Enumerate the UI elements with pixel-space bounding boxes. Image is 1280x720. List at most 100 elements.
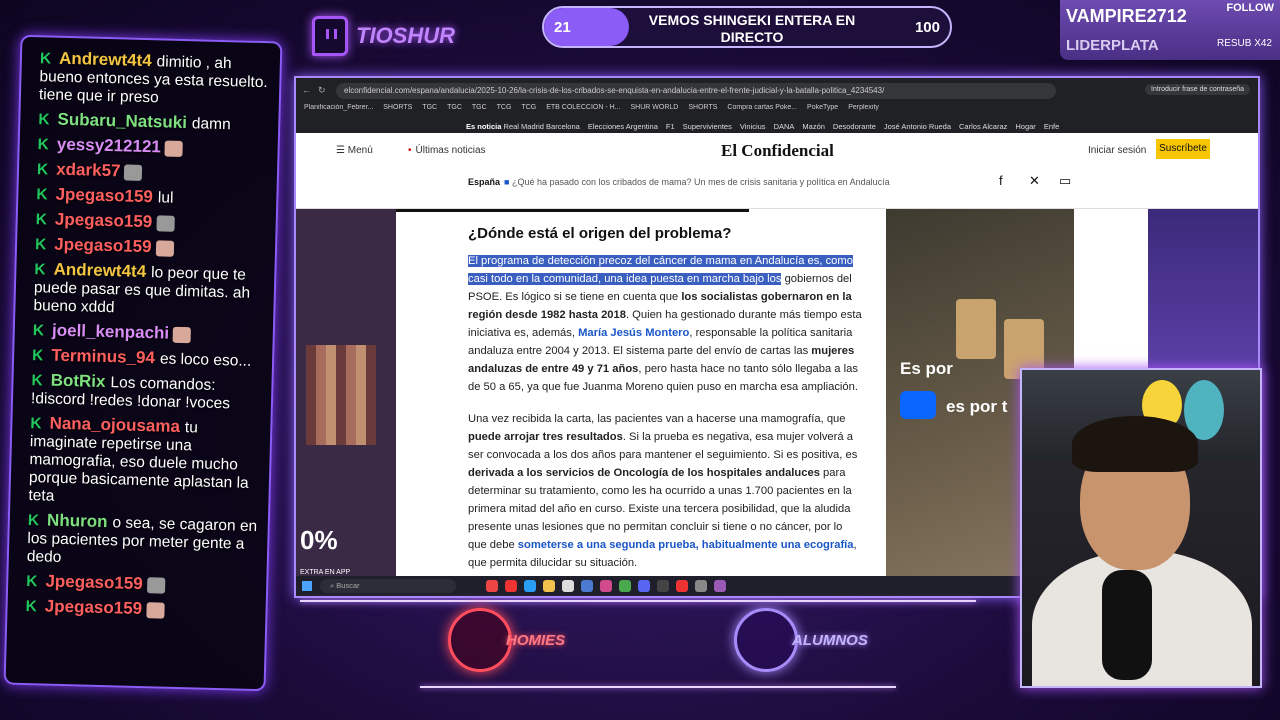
chat-username[interactable]: Nhuron (47, 511, 108, 532)
chat-panel: K Andrewt4t4 dimitio , ah bueno entonces y… (3, 34, 283, 692)
app-icon[interactable] (600, 580, 612, 592)
trending-link[interactable]: Supervivientes (683, 122, 732, 131)
menu-button[interactable]: ☰ Menú (336, 145, 373, 156)
edge-icon[interactable] (524, 580, 536, 592)
montero-link[interactable]: María Jesús Montero (578, 327, 689, 339)
bookmark-item[interactable]: Compra cartas Poke... (727, 104, 797, 111)
discord-icon[interactable] (638, 580, 650, 592)
app-icon[interactable] (695, 580, 707, 592)
bookmark-item[interactable]: PokeType (807, 104, 838, 111)
trending-link[interactable]: Carlos Alcaraz (959, 122, 1007, 131)
back-icon[interactable]: ← (302, 85, 311, 95)
windows-icon[interactable] (302, 581, 312, 591)
site-logo[interactable]: El Confidencial (721, 141, 834, 161)
ecografia-link[interactable]: someterse a una segunda prueba, habitual… (518, 539, 854, 551)
login-link[interactable]: Iniciar sesión (1088, 145, 1146, 156)
reading-progress (396, 209, 749, 212)
trending-link[interactable]: Mazón (802, 122, 825, 131)
bookmark-item[interactable]: Planificación_Febrer... (304, 104, 373, 111)
chat-username[interactable]: Jpegaso159 (55, 185, 153, 207)
trending-link[interactable]: Vinicius (740, 122, 766, 131)
goal-title: VEMOS SHINGEKI ENTERA EN DIRECTO (648, 12, 856, 45)
chat-message: K BotRix Los comandos: !discord !redes !do… (30, 370, 231, 413)
streamer-hair (1072, 416, 1198, 472)
chat-username[interactable]: Jpegaso159 (55, 210, 153, 232)
bookmark-item[interactable]: SHORTS (383, 104, 412, 111)
emote-icon (145, 602, 165, 619)
bookmark-item[interactable]: TCG (521, 104, 536, 111)
section-heading: ¿Dónde está el origen del problema? (468, 225, 732, 242)
bookmark-item[interactable]: TGC (472, 104, 487, 111)
emote-icon (156, 215, 175, 232)
chat-username[interactable]: Subaru_Natsuki (57, 110, 187, 132)
emote-icon (146, 577, 165, 594)
paragraph-2: Una vez recibida la carta, las pacientes… (468, 413, 858, 569)
follower-name: VAMPIRE2712 (1066, 6, 1187, 26)
chat-username[interactable]: Terminus_94 (51, 346, 155, 368)
chat-username[interactable]: joell_kenpachi (52, 321, 170, 343)
subscribe-button[interactable]: Suscríbete (1156, 139, 1210, 159)
bookmark-item[interactable]: SHORTS (688, 104, 717, 111)
ad-text-2: es por t (946, 397, 1008, 416)
chat-username[interactable]: Jpegaso159 (45, 572, 143, 594)
bookmark-item[interactable]: TCG (497, 104, 512, 111)
chrome-icon[interactable] (619, 580, 631, 592)
chat-username[interactable]: xdark57 (56, 160, 121, 181)
chat-message: K Jpegaso159 (35, 235, 265, 260)
password-prompt[interactable]: Introducir frase de contraseña (1145, 84, 1250, 95)
chat-username[interactable]: yessy212121 (57, 135, 161, 157)
chat-username[interactable]: Nana_ojousama (49, 414, 180, 436)
trending-link[interactable]: Hogar (1015, 122, 1035, 131)
pokeball-icon[interactable] (676, 580, 688, 592)
bookmark-item[interactable]: TGC (447, 104, 462, 111)
chat-username[interactable]: Jpegaso159 (54, 235, 152, 257)
chat-username[interactable]: BotRix (50, 371, 105, 391)
bookmark-item[interactable]: ETB COLECCION - H... (546, 104, 620, 111)
chat-message: K Nana_ojousama tu imaginate repetirse una… (28, 413, 249, 505)
trending-link[interactable]: José Antonio Rueda (884, 122, 951, 131)
trending-link[interactable]: Real Madrid Barcelona (504, 122, 580, 131)
x-icon[interactable]: ✕ (1029, 173, 1040, 189)
ad-percent: 0% (300, 525, 338, 555)
side-ad[interactable] (1148, 209, 1258, 369)
mask-icon (734, 608, 798, 672)
chat-username[interactable]: Andrewt4t4 (53, 260, 146, 281)
app-icon[interactable] (714, 580, 726, 592)
trending-link[interactable]: Elecciones Argentina (588, 122, 658, 131)
folder-icon[interactable] (543, 580, 555, 592)
comment-icon[interactable]: ▭ (1059, 173, 1071, 189)
bookmark-item[interactable]: TGC (422, 104, 437, 111)
goal-current: 21 (554, 19, 571, 36)
bookmark-item[interactable]: SHUR WORLD (631, 104, 679, 111)
reload-icon[interactable]: ↻ (318, 85, 326, 96)
bookmark-item[interactable]: Perplexity (848, 104, 879, 111)
chat-message: K Subaru_Natsuki damn (38, 109, 231, 134)
calendar-icon[interactable] (562, 580, 574, 592)
trending-link[interactable]: DANA (774, 122, 795, 131)
latest-news-link[interactable]: Últimas noticias (408, 145, 486, 156)
chat-message: Kxdark57 (37, 160, 267, 185)
sub-name: LIDERPLATA (1066, 37, 1159, 54)
address-bar[interactable]: elconfidencial.com/espana/andalucia/2025… (336, 83, 1056, 99)
trending-bar: Es noticia Real Madrid Barcelona Eleccion… (466, 122, 1075, 131)
taskbar-apps (486, 580, 726, 592)
microphone (1102, 570, 1152, 680)
app-icon[interactable] (657, 580, 669, 592)
trending-link[interactable]: F1 (666, 122, 675, 131)
paragraph-1: El programa de detección precoz del cánc… (468, 255, 862, 393)
chat-username[interactable]: Jpegaso159 (45, 597, 143, 619)
brave-icon[interactable] (486, 580, 498, 592)
trending-link[interactable]: Enfe (1044, 122, 1059, 131)
palette-image (306, 345, 376, 445)
left-ad[interactable]: 0% EXTRA EN APP (296, 209, 396, 596)
facebook-icon[interactable]: f (999, 173, 1003, 188)
opera-icon[interactable] (505, 580, 517, 592)
stream-goal: 21 VEMOS SHINGEKI ENTERA EN DIRECTO 100 (542, 6, 952, 48)
goal-target: 100 (914, 19, 940, 36)
chat-message: Kjoell_kenpachi (33, 321, 263, 346)
store-icon[interactable] (581, 580, 593, 592)
trending-link[interactable]: Desodorante (833, 122, 876, 131)
chat-username[interactable]: Andrewt4t4 (59, 49, 152, 70)
mask-icon (448, 608, 512, 672)
taskbar-search[interactable]: ⌕ Buscar (320, 579, 456, 593)
